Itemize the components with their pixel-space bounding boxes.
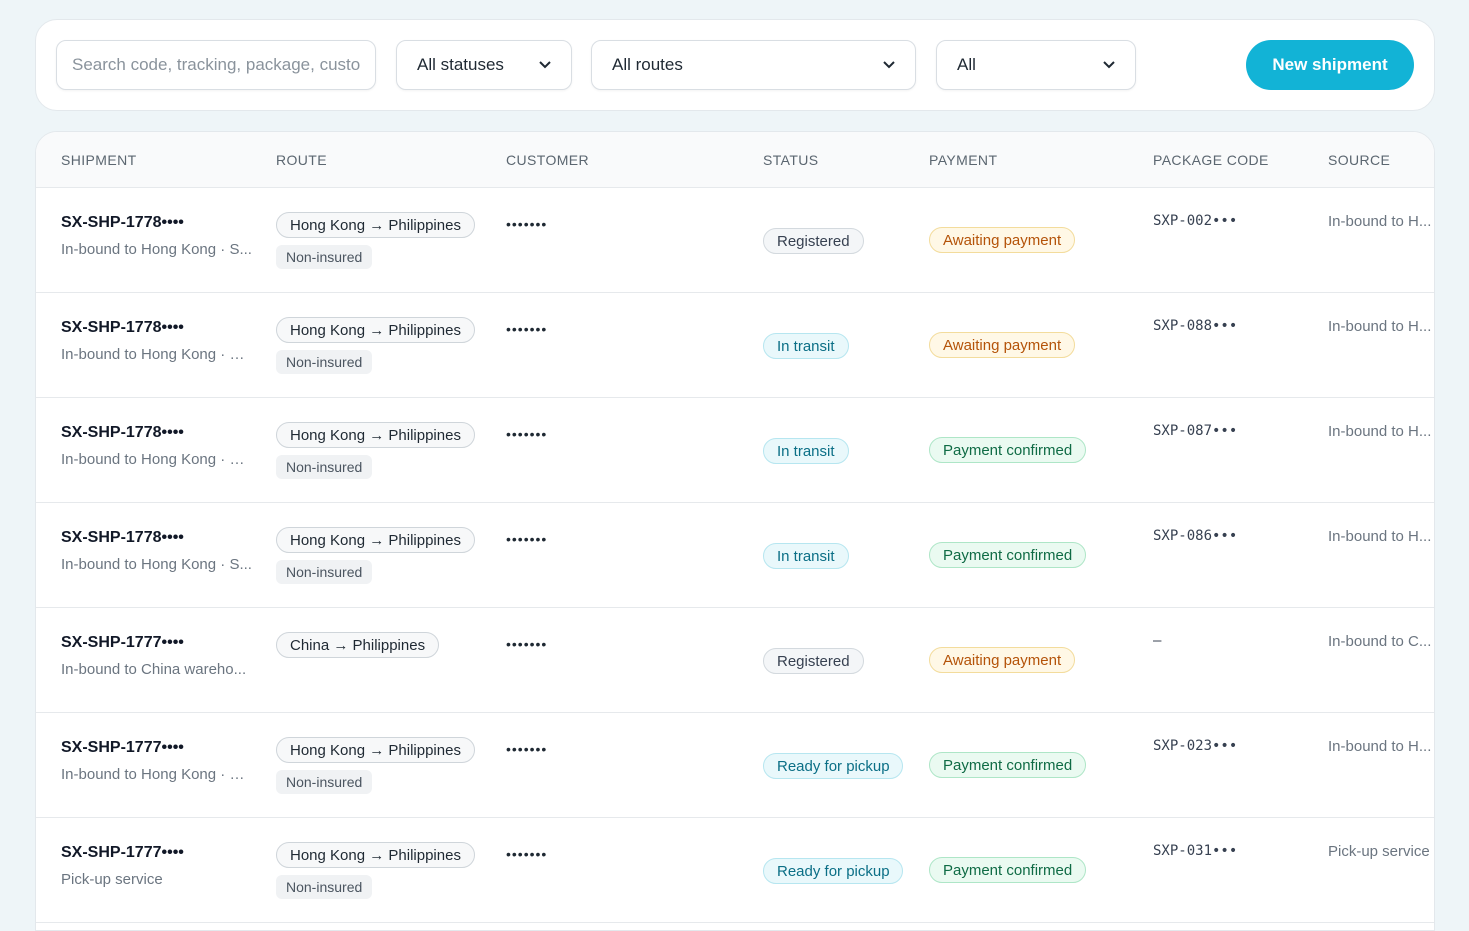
status-badge: In transit [763,438,849,464]
route-pill: Hong Kong → Philippines [276,737,475,763]
search-input[interactable] [56,40,376,90]
insurance-tag: Non-insured [276,560,373,584]
third-filter-value: All [957,55,976,74]
insurance-tag: Non-insured [276,245,373,269]
shipment-code[interactable]: SX-SHP-1778•••• [61,424,184,442]
shipment-code[interactable]: SX-SHP-1777•••• [61,739,184,757]
customer-name: ••••••• [506,846,548,862]
header-payment[interactable]: PAYMENT [929,152,997,168]
route-pill: Hong Kong → Philippines [276,212,475,238]
table-row[interactable]: SX-SHP-1778•••• In-bound to Hong Kong · O… [36,398,1434,503]
shipment-subtitle: In-bound to Hong Kong · O... [61,451,253,468]
package-code: SXP-086••• [1153,528,1238,544]
customer-name: ••••••• [506,426,548,442]
table-row[interactable]: SX-SHP-1778•••• In-bound to Hong Kong · O… [36,293,1434,398]
payment-badge: Awaiting payment [929,332,1076,358]
status-badge: Registered [763,648,864,674]
package-code: SXP-031••• [1153,843,1238,859]
customer-name: ••••••• [506,321,548,337]
route-pill: Hong Kong → Philippines [276,422,475,448]
status-filter-select[interactable]: All statuses [396,40,572,90]
payment-badge: Payment confirmed [929,857,1087,883]
route-filter-value: All routes [612,55,683,74]
table-row[interactable]: SX-SHP-1778•••• In-bound to Hong Kong · S… [36,188,1434,293]
shipment-code[interactable]: SX-SHP-1778•••• [61,319,184,337]
new-shipment-button[interactable]: New shipment [1246,40,1414,90]
shipments-table: SHIPMENT ROUTE CUSTOMER STATUS PAYMENT P… [35,131,1435,931]
chevron-down-icon [539,61,551,69]
source-text: In-bound to H... [1328,738,1432,755]
status-filter-value: All statuses [417,55,504,74]
chevron-down-icon [883,61,895,69]
source-text: Pick-up service [1328,843,1430,860]
table-row[interactable]: SX-SHP-1777•••• Pick-up service Hong Kong … [36,818,1434,923]
header-package-code[interactable]: PACKAGE CODE [1153,152,1269,168]
source-text: In-bound to H... [1328,213,1432,230]
customer-name: ••••••• [506,216,548,232]
header-customer[interactable]: CUSTOMER [506,152,589,168]
customer-name: ••••••• [506,531,548,547]
customer-name: ••••••• [506,741,548,757]
route-pill: Hong Kong → Philippines [276,842,475,868]
shipment-subtitle: Pick-up service [61,871,163,888]
route-pill: Hong Kong → Philippines [276,527,475,553]
table-header: SHIPMENT ROUTE CUSTOMER STATUS PAYMENT P… [36,132,1434,188]
package-code: SXP-002••• [1153,213,1238,229]
package-code: – [1153,633,1162,649]
shipment-subtitle: In-bound to Hong Kong · O... [61,346,253,363]
header-source[interactable]: SOURCE [1328,152,1390,168]
table-row[interactable]: SX-SHP-1777•••• In-bound to China wareho.… [36,608,1434,713]
third-filter-select[interactable]: All [936,40,1136,90]
customer-name: ••••••• [506,636,548,652]
shipment-subtitle: In-bound to Hong Kong · O... [61,766,253,783]
table-row[interactable]: SX-SHP-1778•••• In-bound to Hong Kong · S… [36,503,1434,608]
route-pill: Hong Kong → Philippines [276,317,475,343]
payment-badge: Payment confirmed [929,437,1087,463]
chevron-down-icon [1103,61,1115,69]
header-shipment[interactable]: SHIPMENT [61,152,137,168]
route-filter-select[interactable]: All routes [591,40,916,90]
shipment-subtitle: In-bound to Hong Kong · S... [61,556,252,573]
shipment-code[interactable]: SX-SHP-1778•••• [61,529,184,547]
status-badge: Registered [763,228,864,254]
source-text: In-bound to H... [1328,318,1432,335]
payment-badge: Payment confirmed [929,752,1087,778]
status-badge: Ready for pickup [763,753,903,779]
payment-badge: Payment confirmed [929,542,1087,568]
route-pill: China → Philippines [276,632,440,658]
source-text: In-bound to H... [1328,528,1432,545]
source-text: In-bound to C... [1328,633,1432,650]
payment-badge: Awaiting payment [929,227,1076,253]
shipment-subtitle: In-bound to China wareho... [61,661,247,678]
package-code: SXP-088••• [1153,318,1238,334]
package-code: SXP-023••• [1153,738,1238,754]
package-code: SXP-087••• [1153,423,1238,439]
shipment-code[interactable]: SX-SHP-1777•••• [61,844,184,862]
table-row[interactable]: SX-SHP-1777•••• In-bound to Hong Kong · O… [36,713,1434,818]
insurance-tag: Non-insured [276,875,373,899]
shipment-subtitle: In-bound to Hong Kong · S... [61,241,252,258]
status-badge: In transit [763,543,849,569]
payment-badge: Awaiting payment [929,647,1076,673]
insurance-tag: Non-insured [276,770,373,794]
source-text: In-bound to H... [1328,423,1432,440]
insurance-tag: Non-insured [276,350,373,374]
status-badge: Ready for pickup [763,858,903,884]
header-status[interactable]: STATUS [763,152,819,168]
shipment-code[interactable]: SX-SHP-1777•••• [61,634,184,652]
status-badge: In transit [763,333,849,359]
shipment-code[interactable]: SX-SHP-1778•••• [61,214,184,232]
header-route[interactable]: ROUTE [276,152,327,168]
filter-toolbar: All statuses All routes All New shipment [35,19,1435,111]
insurance-tag: Non-insured [276,455,373,479]
